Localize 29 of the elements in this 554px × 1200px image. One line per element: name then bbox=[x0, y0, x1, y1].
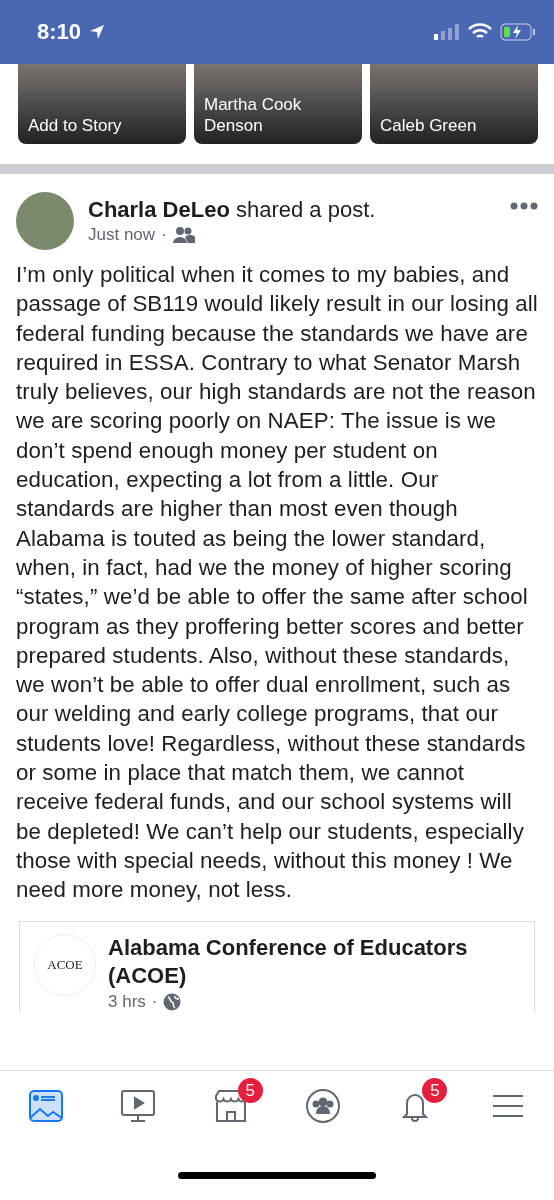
location-arrow-icon bbox=[89, 24, 106, 40]
battery-charging-icon bbox=[500, 23, 536, 41]
author-link[interactable]: Charla DeLeo bbox=[88, 197, 230, 222]
signal-icon bbox=[434, 24, 460, 40]
post-text: I’m only political when it comes to my babies, and passage of SB119 would likely result in our losing all federal funding because the standards we have are required in ESSA. Contrary to what Senator Marsh truly believes, our high standards are not the reason we are scoring poorly on NAEP: The issue is we don’t spend enough money per student on education, expecting a lot from a little. Our standards are higher than most even though Alabama is touted as being the lower standard, when, in fact, had we the money of higher scoring “states,” we’d be able to offer the same after school program as they proffering better scores and better prepared students. Also, without these standards, we won’t be able to offer dual enrollment, such as our welding and early college programs, that our students love! Regardless, without these standards or some in place that match them, we cannot receive federal funds, and our school systems will be depleted! We can’t help our students, especially those with special needs, without this money ! We need more money, not less. bbox=[16, 261, 538, 905]
groups-icon bbox=[305, 1088, 342, 1124]
page-logo[interactable]: ACOE bbox=[34, 933, 96, 996]
post-time: Just now bbox=[88, 225, 156, 245]
logo-text: ACOE bbox=[47, 956, 83, 973]
story-name: Martha Cook Denson bbox=[204, 94, 303, 136]
story-card[interactable]: Add to Story bbox=[18, 64, 186, 144]
page-name[interactable]: Alabama Conference of Educators (ACOE) bbox=[108, 933, 520, 990]
story-name: Caleb Green bbox=[380, 115, 478, 136]
dot-separator: · bbox=[161, 225, 167, 245]
notification-badge: 5 bbox=[237, 1078, 263, 1103]
dot-separator: · bbox=[151, 991, 158, 1012]
story-card[interactable]: Martha Cook Denson bbox=[194, 64, 362, 144]
story-card[interactable]: Caleb Green bbox=[370, 64, 538, 144]
status-time: 8:10 bbox=[37, 19, 82, 45]
story-name: Add to Story bbox=[28, 115, 123, 136]
globe-icon bbox=[163, 992, 182, 1011]
post-title: Charla DeLeo shared a post. bbox=[88, 197, 377, 223]
video-play-icon bbox=[120, 1088, 157, 1124]
post-time: 3 hrs bbox=[108, 991, 146, 1012]
news-feed-icon bbox=[28, 1088, 65, 1124]
notification-badge: 5 bbox=[422, 1078, 448, 1103]
more-options-icon[interactable] bbox=[510, 202, 538, 210]
friends-icon bbox=[172, 226, 195, 244]
avatar-photo[interactable] bbox=[16, 192, 74, 250]
